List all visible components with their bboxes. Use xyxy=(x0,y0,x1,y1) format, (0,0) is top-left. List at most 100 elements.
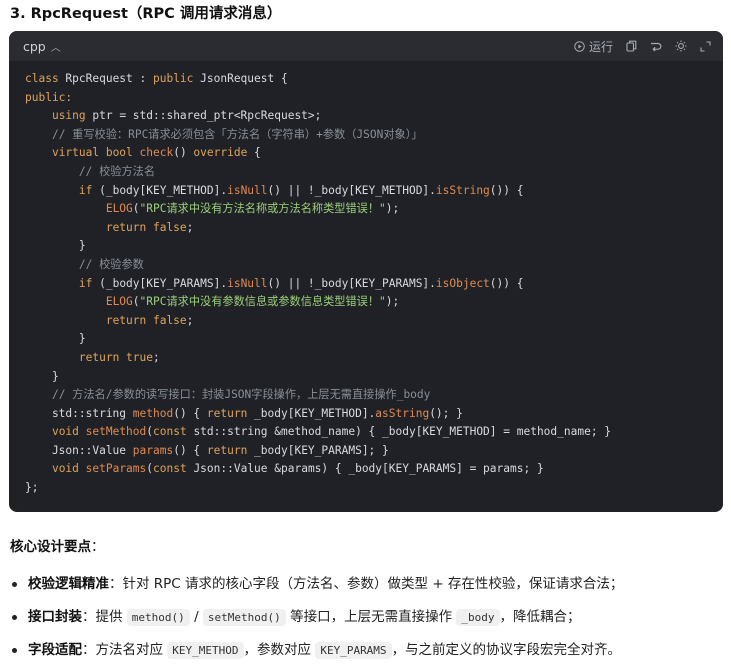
wrap-button[interactable] xyxy=(650,41,662,52)
code-token: void xyxy=(51,462,86,476)
code-token: }; xyxy=(25,481,39,495)
code-token: _body[KEY_METHOD]. xyxy=(254,406,376,420)
list-item-text: 等接口，上层无需直接操作 xyxy=(285,609,457,625)
code-token: ; xyxy=(186,313,194,327)
code-line: } xyxy=(25,330,707,349)
design-points-title-text: 核心设计要点 xyxy=(10,539,91,555)
run-label: 运行 xyxy=(588,39,613,54)
code-token: ELOG xyxy=(105,295,133,309)
code-token: // 方法名/参数的读写接口：封装JSON字段操作，上层无需直接操作_body xyxy=(51,388,431,402)
code-token: if xyxy=(78,183,100,197)
code-token: // 校验方法名 xyxy=(78,164,156,178)
code-token: // 重写校验：RPC请求必须包含「方法名（字符串）+参数（JSON对象）」 xyxy=(51,127,423,141)
code-token: isNull xyxy=(227,276,268,290)
code-token: const xyxy=(153,425,194,439)
expand-button[interactable] xyxy=(700,40,711,52)
inline-code: _body xyxy=(456,609,500,626)
code-token: std::string xyxy=(25,406,133,420)
code-token: class xyxy=(25,72,66,85)
run-button[interactable]: 运行 xyxy=(574,38,613,55)
code-token: params xyxy=(132,443,174,457)
code-token: (_body[KEY_PARAMS]. xyxy=(99,276,228,290)
code-token: ELOG xyxy=(105,202,133,216)
list-item-text: ：方法名对应 xyxy=(82,642,168,658)
code-line: class RpcRequest : public JsonRequest { xyxy=(25,70,707,89)
list-item-text: ，参数对应 xyxy=(243,642,316,658)
chevron-up-icon: ︿ xyxy=(50,42,61,54)
list-item-title: 字段适配 xyxy=(28,642,82,658)
code-token: ; xyxy=(152,350,160,364)
code-token: const xyxy=(153,462,194,476)
code-token: public: xyxy=(25,90,73,104)
code-line: void setParams(const Json::Value &params… xyxy=(25,460,707,479)
code-token: return xyxy=(206,406,255,420)
code-token: { xyxy=(254,146,261,160)
inline-code: KEY_PARAMS xyxy=(315,642,392,659)
design-points-list: 校验逻辑精准：针对 RPC 请求的核心字段（方法名、参数）做类型 + 存在性校验… xyxy=(10,572,725,671)
code-line: ELOG("RPC请求中没有参数信息或参数信息类型错误！"); xyxy=(25,293,707,312)
code-token: return false xyxy=(105,313,187,327)
code-token: ( xyxy=(132,202,140,216)
code-token: return true xyxy=(78,350,153,364)
code-line: // 方法名/参数的读写接口：封装JSON字段操作，上层无需直接操作_body xyxy=(25,386,707,405)
play-icon xyxy=(574,40,585,52)
bullet-dot-icon xyxy=(12,615,17,620)
code-line: ELOG("RPC请求中没有方法名称或方法名称类型错误！"); xyxy=(25,200,707,219)
code-token: "RPC请求中没有方法名称或方法名称类型错误！" xyxy=(139,202,386,216)
language-label: cpp xyxy=(23,38,46,54)
code-token: virtual bool xyxy=(51,146,140,160)
design-points-title-colon: ： xyxy=(91,539,105,555)
language-selector[interactable]: cpp ︿ xyxy=(23,39,61,54)
code-token: _body[KEY_PARAMS]; } xyxy=(254,443,389,457)
design-points-title: 核心设计要点： xyxy=(10,535,105,555)
code-token: isString xyxy=(435,183,490,197)
code-line: using ptr = std::shared_ptr<RpcRequest>; xyxy=(25,107,707,126)
code-token: return false xyxy=(105,220,187,234)
inline-code: setMethod() xyxy=(202,609,286,626)
code-token: () xyxy=(173,146,194,160)
code-token: ()) { xyxy=(489,183,524,197)
list-item-title: 校验逻辑精准 xyxy=(28,576,109,592)
code-block-header: cpp ︿ 运行 xyxy=(9,31,723,61)
list-item: 接口封装：提供 method() / setMethod() 等接口，上层无需直… xyxy=(10,605,725,638)
list-item-title: 接口封装 xyxy=(28,609,82,625)
code-token: } xyxy=(25,239,86,253)
copy-button[interactable] xyxy=(626,40,637,52)
code-line: if (_body[KEY_PARAMS].isNull() || !_body… xyxy=(25,275,707,294)
code-line: void setMethod(const std::string &method… xyxy=(25,423,707,442)
code-token: setParams xyxy=(85,462,147,476)
code-token: if xyxy=(78,276,100,290)
code-toolbar: 运行 xyxy=(574,38,711,55)
code-block: cpp ︿ 运行 class RpcRequest: public JsonR… xyxy=(9,31,723,512)
code-token: "RPC请求中没有参数信息或参数信息类型错误！" xyxy=(139,295,386,309)
code-token: } xyxy=(25,369,59,383)
copy-icon xyxy=(626,40,637,52)
code-line: if (_body[KEY_METHOD].isNull() || !_body… xyxy=(25,182,707,201)
code-token: override xyxy=(193,146,255,160)
list-item-text: / xyxy=(189,609,203,625)
code-line: // 校验方法名 xyxy=(25,163,707,182)
code-line: return false; xyxy=(25,219,707,238)
section-heading: 3. RpcRequest（RPC 调用请求消息） xyxy=(10,6,282,22)
code-token: void xyxy=(51,425,86,439)
code-token: () || !_body[KEY_PARAMS]. xyxy=(267,276,436,290)
theme-button[interactable] xyxy=(675,40,687,52)
code-token: using xyxy=(51,109,93,123)
inline-code: method() xyxy=(126,609,190,626)
code-token: Json::Value &params) { _body[KEY_PARAMS]… xyxy=(193,462,544,476)
code-line: return true; xyxy=(25,349,707,368)
bullet-dot-icon xyxy=(12,648,17,653)
code-token: (); } xyxy=(429,406,463,420)
code-token: ; xyxy=(186,220,194,234)
code-token: ()) { xyxy=(489,276,524,290)
bullet-dot-icon xyxy=(12,582,17,587)
code-line: } xyxy=(25,368,707,387)
